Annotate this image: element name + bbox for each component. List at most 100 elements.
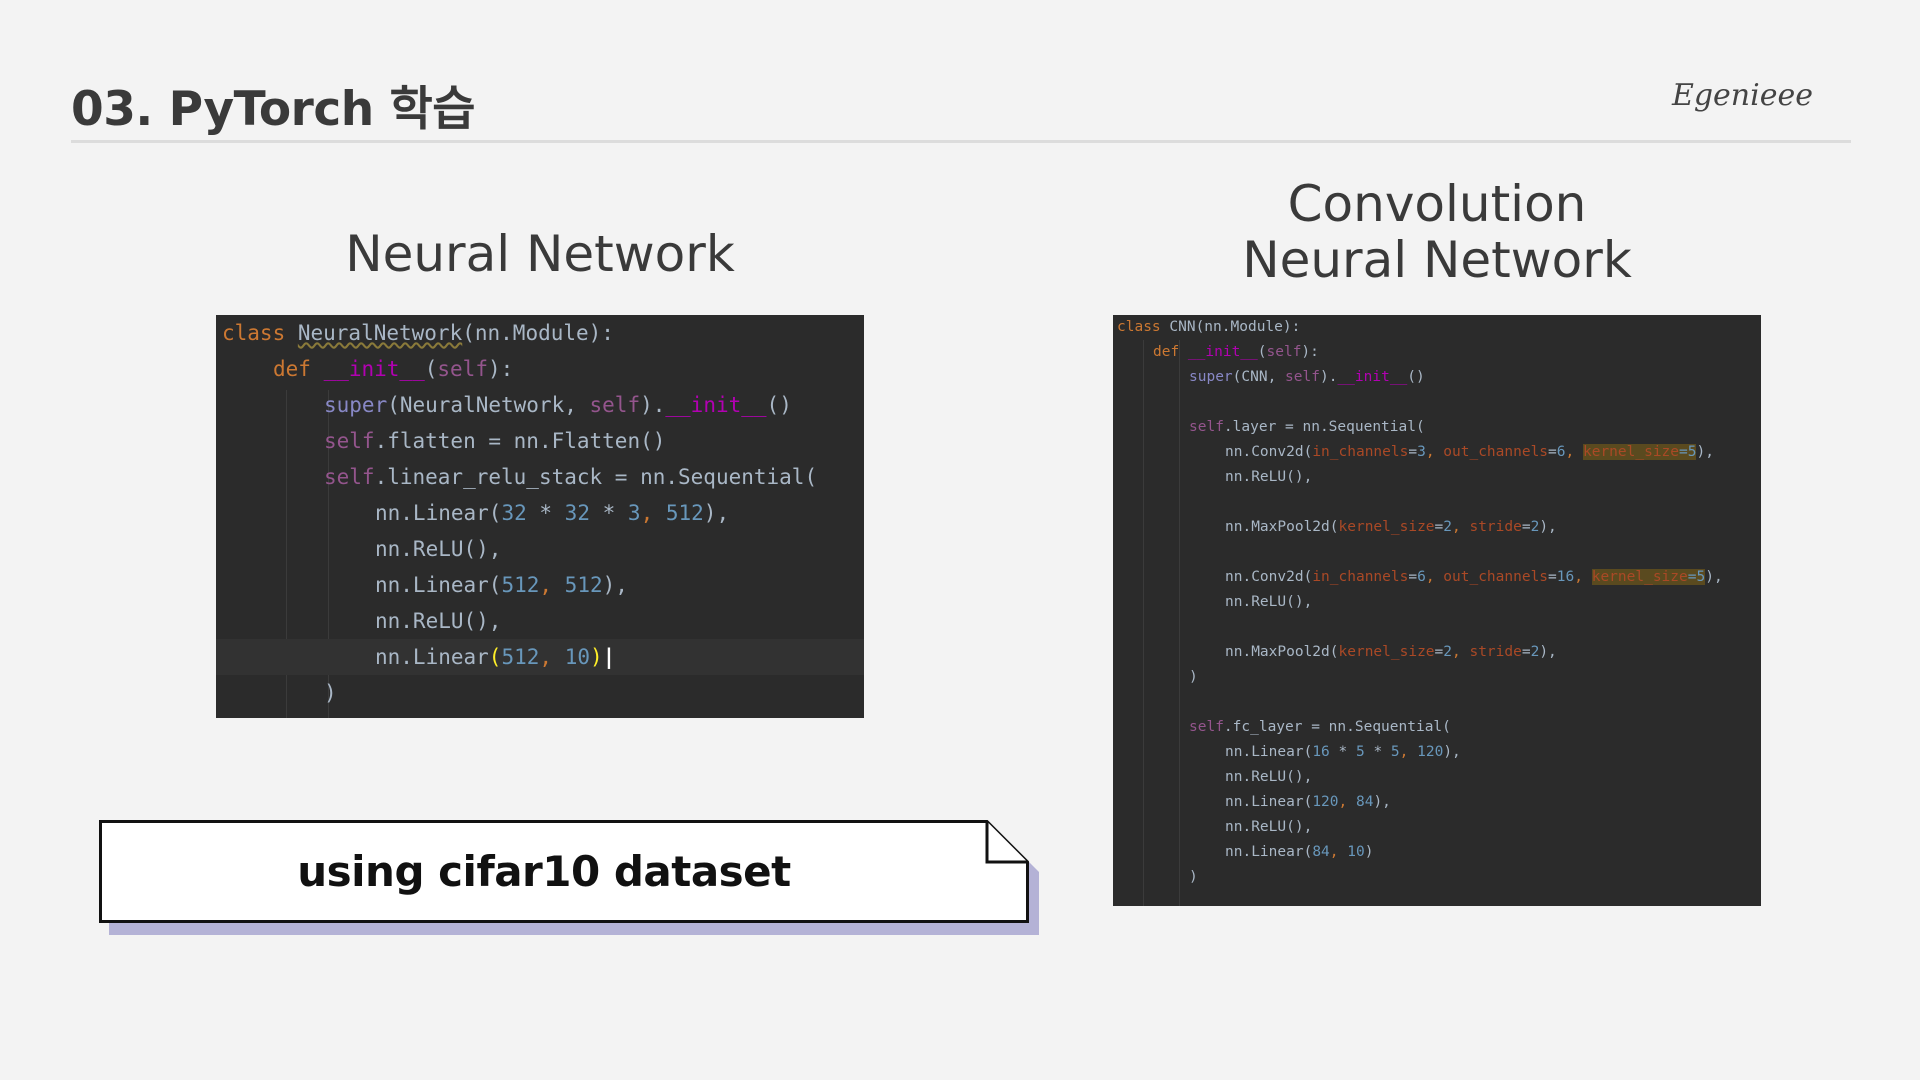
code-line: nn.ReLU(), bbox=[1113, 765, 1761, 790]
code-token: (nn.Module): bbox=[462, 321, 614, 345]
code-token: __init__ bbox=[1337, 369, 1408, 385]
code-token: nn.ReLU(), bbox=[1225, 469, 1313, 485]
slide-title: 03. PyTorch 학습 bbox=[71, 82, 476, 137]
code-token: 32 bbox=[501, 501, 527, 525]
code-token: 512 bbox=[564, 573, 603, 597]
code-line: nn.ReLU(), bbox=[216, 603, 864, 639]
code-token: nn.Linear( bbox=[375, 501, 502, 525]
code-token: nn.Linear( bbox=[1225, 744, 1313, 760]
code-token: kernel_size bbox=[1338, 519, 1435, 535]
code-line: nn.ReLU(), bbox=[1113, 590, 1761, 615]
code-token: self bbox=[1285, 369, 1320, 385]
code-token: 6 bbox=[1556, 444, 1566, 460]
code-token: ), bbox=[1539, 519, 1557, 535]
code-token: , bbox=[640, 501, 666, 525]
code-token: in_channels bbox=[1312, 444, 1409, 460]
code-token: 16 bbox=[1556, 569, 1575, 585]
code-token: kernel_size bbox=[1591, 569, 1688, 585]
header-divider bbox=[71, 140, 1851, 143]
code-token: = bbox=[1408, 444, 1418, 460]
code-line: ) bbox=[1113, 865, 1761, 890]
code-token: .layer = nn.Sequential( bbox=[1223, 419, 1425, 435]
code-line: nn.ReLU(), bbox=[1113, 815, 1761, 840]
code-token: , bbox=[1565, 444, 1583, 460]
code-token: stride bbox=[1469, 519, 1522, 535]
code-token: ), bbox=[1373, 794, 1391, 810]
code-line: def __init__(self): bbox=[1113, 340, 1761, 365]
code-token: , bbox=[1574, 569, 1592, 585]
heading-cnn-line2: Neural Network bbox=[1242, 231, 1632, 289]
code-token: , bbox=[1338, 794, 1356, 810]
code-token: = bbox=[1408, 569, 1418, 585]
code-token: 512 bbox=[501, 645, 540, 669]
code-line: nn.Linear(84, 10) bbox=[1113, 840, 1761, 865]
code-screenshot-nn: class NeuralNetwork(nn.Module): def __ini… bbox=[216, 315, 864, 718]
code-token: 120 bbox=[1417, 744, 1444, 760]
code-token: CNN(nn.Module): bbox=[1169, 319, 1301, 335]
code-line: def __init__(self): bbox=[216, 351, 864, 387]
code-token: 10 bbox=[1347, 844, 1365, 860]
code-token: kernel_size bbox=[1338, 644, 1435, 660]
heading-cnn: Convolution Neural Network bbox=[1113, 176, 1761, 288]
code-token: 5 bbox=[1390, 744, 1400, 760]
code-token: * bbox=[526, 501, 565, 525]
code-token: def bbox=[1153, 344, 1188, 360]
code-line: super(CNN, self).__init__() bbox=[1113, 365, 1761, 390]
code-token: super bbox=[1189, 369, 1233, 385]
code-token: self bbox=[1266, 344, 1302, 360]
code-line: nn.MaxPool2d(kernel_size=2, stride=2), bbox=[1113, 640, 1761, 665]
code-token: nn.ReLU(), bbox=[1225, 819, 1313, 835]
code-token: ), bbox=[1696, 444, 1714, 460]
code-token: nn.Conv2d( bbox=[1225, 569, 1313, 585]
code-line: self.layer = nn.Sequential( bbox=[1113, 415, 1761, 440]
brand-logo: Egenieee bbox=[1671, 78, 1813, 113]
code-token: nn.Linear bbox=[375, 645, 489, 669]
code-token: self bbox=[324, 465, 375, 489]
code-token: ), bbox=[1443, 744, 1461, 760]
heading-nn-text: Neural Network bbox=[345, 225, 735, 283]
code-token: nn.MaxPool2d( bbox=[1225, 644, 1339, 660]
code-token: () bbox=[1407, 369, 1425, 385]
code-token: | bbox=[602, 645, 616, 669]
code-token: nn.Linear( bbox=[375, 573, 502, 597]
heading-neural-network: Neural Network bbox=[216, 226, 864, 282]
code-token: out_channels bbox=[1443, 569, 1549, 585]
code-token: class bbox=[222, 321, 298, 345]
code-token: nn.MaxPool2d( bbox=[1225, 519, 1339, 535]
code-token: 3 bbox=[627, 501, 641, 525]
code-token: ) bbox=[1189, 669, 1198, 685]
code-token: = bbox=[1521, 519, 1531, 535]
code-line: ) bbox=[1113, 665, 1761, 690]
code-token: .flatten = nn.Flatten() bbox=[374, 429, 666, 453]
code-token: ) bbox=[1364, 844, 1374, 860]
code-token: nn.ReLU(), bbox=[375, 537, 502, 561]
code-line: class NeuralNetwork(nn.Module): bbox=[216, 315, 864, 351]
code-token: 2 bbox=[1443, 644, 1452, 660]
code-token: ). bbox=[640, 393, 666, 417]
code-token: nn.ReLU(), bbox=[375, 609, 502, 633]
callout-text: using cifar10 dataset bbox=[297, 847, 791, 896]
code-token: =5 bbox=[1679, 444, 1697, 460]
code-token: , bbox=[1399, 744, 1418, 760]
code-token: nn.Linear( bbox=[1225, 844, 1313, 860]
code-token: ) bbox=[324, 681, 337, 705]
code-token: ). bbox=[1319, 369, 1338, 385]
code-token: __init__ bbox=[323, 357, 425, 381]
code-token: , bbox=[1452, 644, 1470, 660]
code-token: ): bbox=[1301, 344, 1319, 360]
callout-card: using cifar10 dataset bbox=[99, 820, 1039, 935]
code-token: NeuralNetwork bbox=[297, 321, 463, 345]
code-token: 6 bbox=[1417, 569, 1426, 585]
code-token: class bbox=[1117, 319, 1170, 335]
code-token: = bbox=[1548, 444, 1557, 460]
code-token: , bbox=[539, 573, 565, 597]
code-token: 84 bbox=[1312, 844, 1330, 860]
code-line: class CNN(nn.Module): bbox=[1113, 315, 1761, 340]
code-token: 2 bbox=[1443, 519, 1452, 535]
code-line: self.linear_relu_stack = nn.Sequential( bbox=[216, 459, 864, 495]
code-token: 32 bbox=[564, 501, 590, 525]
